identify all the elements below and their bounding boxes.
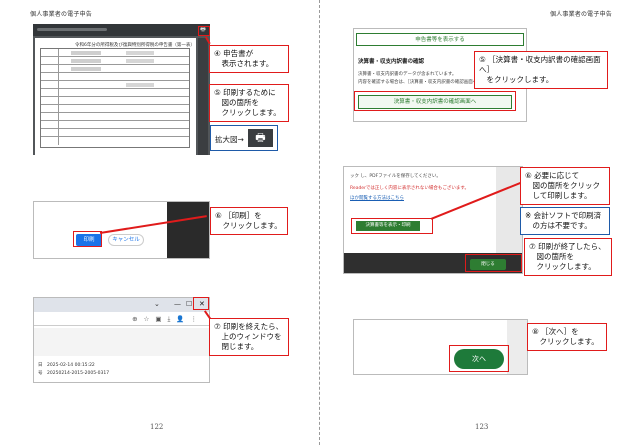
minimize-icon[interactable]: — xyxy=(174,300,181,308)
left-page: 個人事業者の電子申告 🖶 令和6年分の所得税及び復興特別所得税の申告書（第一表） xyxy=(0,0,320,445)
callout-step-6: ⑥ ［印刷］を クリックします。 xyxy=(210,207,288,235)
receipt-number: 号 20250214-2015-2005-0317 xyxy=(38,371,110,376)
pdf-toolbar: 🖶 xyxy=(33,24,210,36)
page-number: 122 xyxy=(150,423,164,431)
report-text: ック し、PDFファイルを保存してください。 xyxy=(350,174,441,179)
kessan-heading: 決算書・収支内訳書の確認 xyxy=(358,59,425,65)
browser-content: 日 2025-02-14 00:15:22 号 20250214-2015-20… xyxy=(34,328,209,382)
chevron-down-icon[interactable]: ⌄ xyxy=(154,300,160,308)
report-warning: Readerでは正しく内容に表示されない場合もございます。 xyxy=(350,186,469,191)
callout-step-7-right: ⑦ 印刷が終了したら、 図の箇所を クリックします。 xyxy=(524,238,612,276)
highlight-close-button xyxy=(193,297,209,310)
pdf-viewer-screenshot: 🖶 令和6年分の所得税及び復興特別所得税の申告書（第一表） xyxy=(33,24,210,155)
running-head: 個人事業者の電子申告 xyxy=(549,11,612,18)
tax-return-document: 令和6年分の所得税及び復興特別所得税の申告書（第一表） xyxy=(35,38,196,155)
alt-view-link[interactable]: ほか閲覧する方法はこちら xyxy=(350,195,404,201)
highlight-print-kessan xyxy=(351,218,433,234)
callout-step-5: ⑤ 印刷するために 図の箇所を クリックします。 xyxy=(209,84,289,122)
highlight-print-icon xyxy=(198,26,210,36)
manual-spread: 個人事業者の電子申告 🖶 令和6年分の所得税及び復興特別所得税の申告書（第一表） xyxy=(0,0,640,445)
highlight-print-button xyxy=(73,231,102,247)
highlight-kessan-button xyxy=(354,91,516,111)
note-accounting-software: ※ 会計ソフトで印刷済 の方は不要です。 xyxy=(520,207,610,235)
show-return-button[interactable]: 申告書等を表示する xyxy=(356,33,524,46)
maximize-icon[interactable]: ☐ xyxy=(186,300,192,308)
highlight-next-button xyxy=(449,345,509,372)
kessan-text: 決算書・収支内訳書のデータが含まれています。 xyxy=(358,72,457,77)
callout-step-6-right: ⑥ 必要に応じて 図の箇所をクリック して印刷します。 xyxy=(520,167,610,205)
callout-step-7: ⑦ 印刷を終えたら、 上のウィンドウを 閉じます。 xyxy=(209,318,289,356)
browser-window-screenshot: ⌄ — ☐ ✕ ⊕☆▣⤓👤⋮ 日 2025-02-14 00:15:22 号 2… xyxy=(33,297,210,383)
printer-icon: 🖶 xyxy=(248,129,273,147)
callout-step-4: ④ 申告書が 表示されます。 xyxy=(209,45,289,73)
page-number: 123 xyxy=(475,423,489,431)
receipt-date: 日 2025-02-14 00:15:22 xyxy=(38,363,95,368)
zoom-inset: 拡大図→ 🖶 xyxy=(210,125,278,151)
side-panel xyxy=(507,320,527,374)
cancel-button[interactable]: キャンセル xyxy=(108,234,144,246)
running-head: 個人事業者の電子申告 xyxy=(30,11,93,18)
callout-step-8: ⑧ ［次へ］を クリックします。 xyxy=(527,323,607,351)
form-grid xyxy=(40,48,190,148)
callout-step-5-right: ⑤ ［決算書・収支内訳書の確認画面へ］ をクリックします。 xyxy=(474,51,608,89)
zoom-label: 拡大図→ xyxy=(215,135,244,144)
toolbar-icons: ⊕☆▣⤓👤⋮ xyxy=(132,315,203,323)
browser-tabbar: ⌄ — ☐ ✕ xyxy=(34,298,209,312)
address-bar[interactable]: ⊕☆▣⤓👤⋮ xyxy=(34,312,209,326)
viewer-scrollbar[interactable] xyxy=(198,38,208,155)
highlight-close-button xyxy=(465,254,522,272)
preview-area xyxy=(167,202,209,258)
toolbar-controls xyxy=(37,28,107,31)
